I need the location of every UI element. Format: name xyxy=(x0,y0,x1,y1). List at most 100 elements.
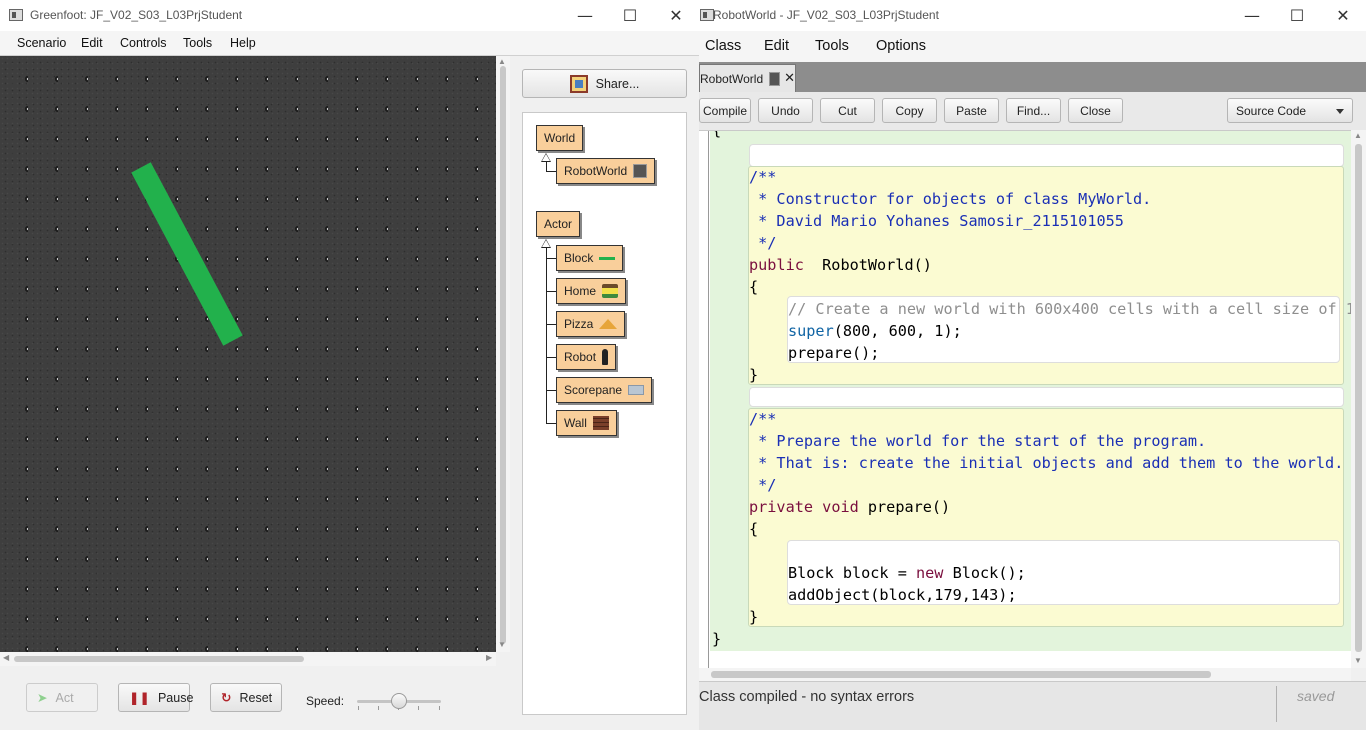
close-icon[interactable]: ✕ xyxy=(653,0,699,31)
pause-icon: ❚❚ xyxy=(129,690,150,705)
connector xyxy=(546,423,556,424)
class-scorepane[interactable]: Scorepane xyxy=(556,377,653,403)
comment-line: * Prepare the world for the start of the… xyxy=(749,432,1207,450)
block-actor[interactable] xyxy=(131,162,243,346)
scrollbar-thumb[interactable] xyxy=(500,66,506,644)
window-title: Greenfoot: JF_V02_S03_L03PrjStudent xyxy=(30,8,243,22)
class-label: Scorepane xyxy=(564,383,623,397)
undo-button[interactable]: Undo xyxy=(758,98,813,123)
scroll-up-icon[interactable]: ▲ xyxy=(1354,131,1362,140)
close-button[interactable]: Close xyxy=(1068,98,1123,123)
slider-tick xyxy=(439,706,440,710)
class-world[interactable]: World xyxy=(536,125,584,151)
pizza-icon xyxy=(599,319,618,329)
act-label: Act xyxy=(55,690,74,705)
share-label: Share... xyxy=(595,76,640,91)
menu-tools[interactable]: Tools xyxy=(183,36,212,50)
class-wall[interactable]: Wall xyxy=(556,410,617,436)
minimize-icon[interactable]: — xyxy=(1229,0,1275,31)
world-canvas[interactable] xyxy=(0,56,496,652)
editor-tab-bar: RobotWorld ✕ xyxy=(699,62,1366,92)
greenfoot-menubar: Scenario Edit Controls Tools Help xyxy=(0,31,699,56)
code-line: } xyxy=(749,608,759,626)
editor-horizontal-scrollbar[interactable] xyxy=(699,668,1351,681)
pause-button[interactable]: ❚❚ Pause xyxy=(118,683,194,712)
code-line: prepare(); xyxy=(788,344,880,362)
cut-button[interactable]: Cut xyxy=(820,98,875,123)
compile-button[interactable]: Compile xyxy=(699,98,751,123)
close-icon[interactable]: ✕ xyxy=(1320,0,1366,31)
code-line: Block block = new Block(); xyxy=(788,562,1026,584)
editor-gutter xyxy=(699,131,709,668)
scroll-down-icon[interactable]: ▼ xyxy=(498,640,506,649)
reset-button[interactable]: ↻ Reset xyxy=(210,683,282,712)
menu-controls[interactable]: Controls xyxy=(120,36,167,50)
speed-slider-knob[interactable] xyxy=(391,693,407,709)
compile-status: Class compiled - no syntax errors xyxy=(699,689,915,705)
share-button[interactable]: Share... xyxy=(522,69,687,98)
code-line: } xyxy=(712,630,722,648)
scroll-left-icon[interactable]: ◀ xyxy=(3,653,9,662)
scrollbar-thumb[interactable] xyxy=(711,671,1211,678)
scroll-down-icon[interactable]: ▼ xyxy=(1354,656,1362,665)
menu-tools[interactable]: Tools xyxy=(815,38,849,54)
comment-line: /** xyxy=(749,410,777,428)
scroll-up-icon[interactable]: ▲ xyxy=(498,57,506,66)
class-home[interactable]: Home xyxy=(556,278,627,304)
minimize-icon[interactable]: — xyxy=(562,0,608,31)
maximize-icon[interactable]: ☐ xyxy=(607,0,653,31)
code-line: addObject(block,179,143); xyxy=(788,586,1017,604)
view-select[interactable]: Source Code xyxy=(1227,98,1353,123)
code-line: { xyxy=(712,130,722,139)
class-robotworld[interactable]: RobotWorld xyxy=(556,158,656,184)
class-panel: Share... World RobotWorld Actor Block Ho… xyxy=(510,56,699,730)
world-horizontal-scrollbar[interactable]: ◀ ▶ xyxy=(0,652,496,666)
comment-line: * Constructor for objects of class MyWor… xyxy=(749,190,1152,208)
pause-label: Pause xyxy=(157,690,194,705)
super-args: (800, 600, 1); xyxy=(833,322,962,340)
paste-button[interactable]: Paste xyxy=(944,98,999,123)
menu-edit[interactable]: Edit xyxy=(81,36,103,50)
keyword-super: super xyxy=(788,322,834,340)
scrollbar-thumb[interactable] xyxy=(14,656,304,662)
class-label: Home xyxy=(564,284,597,298)
menu-help[interactable]: Help xyxy=(230,36,256,50)
robotworld-icon xyxy=(769,71,781,86)
world-vertical-scrollbar[interactable]: ▲ ▼ xyxy=(496,56,510,652)
scrollbar-thumb[interactable] xyxy=(1355,144,1362,652)
tab-close-icon[interactable]: ✕ xyxy=(784,71,795,86)
keyword-private: private xyxy=(749,498,814,516)
class-pizza[interactable]: Pizza xyxy=(556,311,626,337)
share-icon xyxy=(569,74,588,93)
menu-class[interactable]: Class xyxy=(705,38,741,54)
robot-icon xyxy=(602,349,609,365)
inheritance-arrow xyxy=(541,239,551,248)
class-actor[interactable]: Actor xyxy=(536,211,581,237)
find-button[interactable]: Find... xyxy=(1006,98,1061,123)
constructor-name: RobotWorld() xyxy=(803,256,932,274)
class-block[interactable]: Block xyxy=(556,245,624,271)
keyword-new: new xyxy=(916,564,944,582)
act-button[interactable]: ➤ Act xyxy=(26,683,98,712)
class-label: Actor xyxy=(544,217,573,231)
menu-scenario[interactable]: Scenario xyxy=(17,36,66,50)
class-robot[interactable]: Robot xyxy=(556,344,617,370)
code-line: private void prepare() xyxy=(749,496,950,518)
class-label: Block xyxy=(564,251,594,265)
connector xyxy=(546,291,556,292)
editor-vertical-scrollbar[interactable]: ▲ ▼ xyxy=(1351,130,1366,668)
code-line: } xyxy=(749,366,759,384)
chevron-down-icon xyxy=(1336,109,1344,114)
code-editor[interactable]: { /** * Constructor for objects of class… xyxy=(699,130,1351,668)
editor-window-title: RobotWorld - JF_V02_S03_L03PrjStudent xyxy=(713,8,939,22)
copy-button[interactable]: Copy xyxy=(882,98,937,123)
editor-titlebar: RobotWorld - JF_V02_S03_L03PrjStudent — … xyxy=(699,0,1366,31)
menu-options[interactable]: Options xyxy=(876,38,926,54)
scroll-right-icon[interactable]: ▶ xyxy=(486,653,492,662)
class-diagram: World RobotWorld Actor Block Home Pizza … xyxy=(522,112,687,715)
menu-edit[interactable]: Edit xyxy=(764,38,789,54)
maximize-icon[interactable]: ☐ xyxy=(1274,0,1320,31)
slider-tick xyxy=(378,706,379,710)
class-label: RobotWorld xyxy=(564,164,628,178)
tab-robotworld[interactable]: RobotWorld ✕ xyxy=(699,64,796,92)
